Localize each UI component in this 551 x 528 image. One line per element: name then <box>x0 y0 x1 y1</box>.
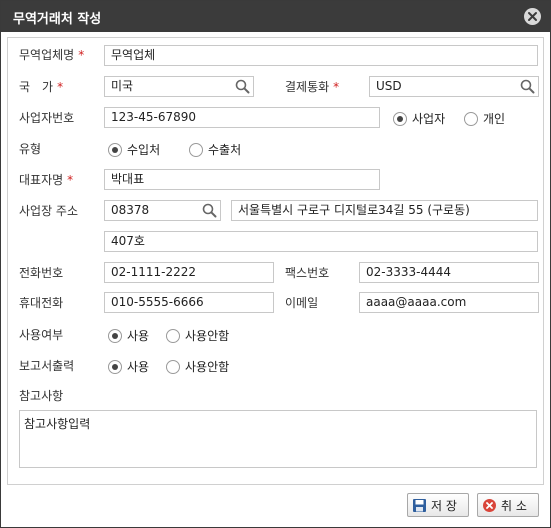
phone-label: 전화번호 <box>19 266 64 280</box>
trade-type-export-radio[interactable]: 수출처 <box>189 141 241 158</box>
report-output-unused-radio[interactable]: 사용안함 <box>166 358 229 375</box>
radio-label: 수입처 <box>127 143 161 157</box>
search-icon[interactable] <box>520 79 535 94</box>
country-label: 국 가 * <box>19 80 64 94</box>
save-button-label: 저 장 <box>431 498 457 513</box>
dialog-title: 무역거래처 작성 <box>13 12 102 27</box>
cancel-icon <box>482 498 497 513</box>
radio-label: 사용 <box>127 329 150 343</box>
country-input[interactable]: 미국 <box>104 76 254 97</box>
radio-unchecked-icon <box>166 359 180 374</box>
radio-label: 사용 <box>127 360 150 374</box>
trade-partner-dialog: 무역거래처 작성 무역업체명 * 무역업체 국 가 * 미국 결제통화 * USD 사… <box>0 0 551 528</box>
address-label: 사업장 주소 <box>19 204 79 218</box>
radio-unchecked-icon <box>464 111 478 126</box>
email-input[interactable]: aaaa@aaaa.com <box>359 292 539 313</box>
radio-label: 개인 <box>483 112 506 126</box>
radio-checked-icon <box>393 111 407 126</box>
report-output-use-radio[interactable]: 사용 <box>108 358 149 375</box>
currency-label: 결제통화 * <box>285 80 340 94</box>
trade-type-import-radio[interactable]: 수입처 <box>108 141 160 158</box>
radio-checked-icon <box>108 328 122 343</box>
entity-type-business-radio[interactable]: 사업자 <box>393 110 445 127</box>
mobile-label: 휴대전화 <box>19 296 64 310</box>
save-button[interactable]: 저 장 <box>407 493 469 517</box>
trade-type-label: 유형 <box>19 142 42 156</box>
ceo-name-label: 대표자명 * <box>19 173 74 187</box>
ceo-name-input[interactable]: 박대표 <box>104 169 380 190</box>
street-address-input[interactable]: 서울특별시 구로구 디지털로34길 55 (구로동) <box>231 200 538 221</box>
form-panel: 무역업체명 * 무역업체 국 가 * 미국 결제통화 * USD 사업자번호 123-… <box>7 37 544 485</box>
search-icon[interactable] <box>235 79 250 94</box>
report-output-label: 보고서출력 <box>19 359 75 373</box>
notes-textarea[interactable]: 참고사항입력 <box>19 410 537 468</box>
title-bar: 무역거래처 작성 <box>1 1 550 32</box>
zip-code-input[interactable]: 08378 <box>104 200 221 221</box>
radio-label: 사업자 <box>412 112 446 126</box>
radio-unchecked-icon <box>189 142 203 157</box>
company-name-input[interactable]: 무역업체 <box>104 45 538 66</box>
business-no-input[interactable]: 123-45-67890 <box>104 107 380 128</box>
save-icon <box>412 498 427 513</box>
radio-label: 사용안함 <box>185 329 230 343</box>
fax-label: 팩스번호 <box>285 266 330 280</box>
radio-label: 사용안함 <box>185 360 230 374</box>
mobile-input[interactable]: 010-5555-6666 <box>104 292 274 313</box>
entity-type-individual-radio[interactable]: 개인 <box>464 110 505 127</box>
radio-checked-icon <box>108 359 122 374</box>
search-icon[interactable] <box>202 203 217 218</box>
currency-input[interactable]: USD <box>369 76 539 97</box>
cancel-button[interactable]: 취 소 <box>477 493 539 517</box>
radio-unchecked-icon <box>166 328 180 343</box>
email-label: 이메일 <box>285 296 319 310</box>
business-no-label: 사업자번호 <box>19 111 75 125</box>
company-name-label: 무역업체명 * <box>19 48 85 62</box>
use-status-unused-radio[interactable]: 사용안함 <box>166 327 229 344</box>
close-icon[interactable] <box>524 8 541 25</box>
address-detail-input[interactable]: 407호 <box>104 231 538 252</box>
radio-checked-icon <box>108 142 122 157</box>
use-status-label: 사용여부 <box>19 328 64 342</box>
use-status-use-radio[interactable]: 사용 <box>108 327 149 344</box>
fax-input[interactable]: 02-3333-4444 <box>359 262 539 283</box>
notes-label: 참고사항 <box>19 389 64 403</box>
cancel-button-label: 취 소 <box>501 498 527 513</box>
radio-label: 수출처 <box>208 143 242 157</box>
phone-input[interactable]: 02-1111-2222 <box>104 262 274 283</box>
